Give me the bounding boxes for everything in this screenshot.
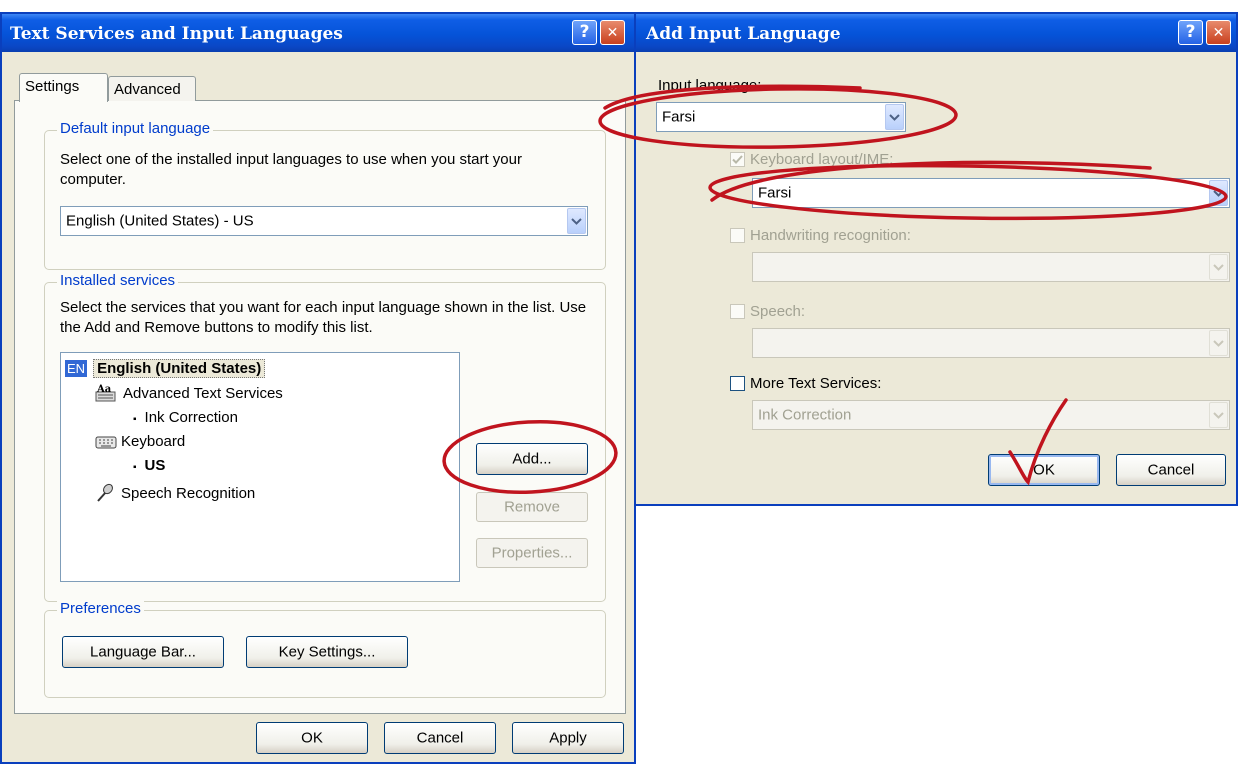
title-bar[interactable]: Text Services and Input Languages ? ✕ [2, 14, 634, 52]
cancel-button[interactable]: Cancel [384, 722, 496, 754]
checkmark-icon [732, 155, 743, 164]
tree-item-keyboard[interactable]: Keyboard [95, 433, 185, 450]
close-button[interactable]: ✕ [600, 20, 625, 45]
help-button[interactable]: ? [1178, 20, 1203, 45]
language-bar-button[interactable]: Language Bar... [62, 636, 224, 668]
default-language-description: Select one of the installed input langua… [60, 151, 522, 188]
input-language-label: Input language: [658, 77, 762, 94]
tree-language-label: English (United States) [93, 359, 266, 378]
microphone-icon [97, 483, 113, 502]
remove-button[interactable]: Remove [476, 492, 588, 522]
keyboard-icon [95, 436, 117, 448]
handwriting-label: Handwriting recognition: [750, 227, 911, 244]
tab-settings[interactable]: Settings [19, 73, 108, 102]
properties-button[interactable]: Properties... [476, 538, 588, 568]
handwriting-checkbox[interactable] [730, 228, 745, 243]
chevron-down-icon[interactable] [1209, 330, 1228, 356]
tab-advanced[interactable]: Advanced [108, 76, 196, 101]
tree-item-speech-recognition[interactable]: Speech Recognition [95, 483, 255, 503]
keyboard-layout-checkbox[interactable] [730, 152, 745, 167]
close-icon: ✕ [1212, 25, 1225, 41]
default-language-select[interactable]: English (United States) - US [60, 206, 588, 236]
tree-item-ink-correction[interactable]: ▪ Ink Correction [133, 409, 238, 426]
chevron-down-icon[interactable] [1209, 254, 1228, 280]
speech-select[interactable] [752, 328, 1230, 358]
add-language-cancel-button[interactable]: Cancel [1116, 454, 1226, 486]
handwriting-select[interactable] [752, 252, 1230, 282]
dialog-title: Text Services and Input Languages [10, 24, 343, 44]
ok-button[interactable]: OK [256, 722, 368, 754]
more-text-services-checkbox[interactable] [730, 376, 745, 391]
close-button[interactable]: ✕ [1206, 20, 1231, 45]
text-services-icon: Aa [95, 384, 116, 402]
speech-checkbox[interactable] [730, 304, 745, 319]
chevron-down-icon[interactable] [1209, 402, 1228, 428]
installed-services-tree[interactable]: EN English (United States) Aa Advanced T… [60, 352, 460, 582]
input-language-select[interactable]: Farsi [656, 102, 906, 132]
language-badge: EN [65, 360, 88, 377]
key-settings-button[interactable]: Key Settings... [246, 636, 408, 668]
more-text-services-select[interactable]: Ink Correction [752, 400, 1230, 430]
add-language-ok-button[interactable]: OK [988, 454, 1100, 486]
preferences-legend: Preferences [57, 600, 144, 617]
add-input-language-dialog: Add Input Language ? ✕ Input language: F… [634, 12, 1238, 506]
help-button[interactable]: ? [572, 20, 597, 45]
keyboard-layout-label: Keyboard layout/IME: [750, 151, 894, 168]
keyboard-layout-select[interactable]: Farsi [752, 178, 1230, 208]
chevron-down-icon[interactable] [1209, 180, 1228, 206]
speech-label: Speech: [750, 303, 806, 320]
text-services-dialog: Text Services and Input Languages ? ✕ Se… [0, 12, 636, 764]
tree-item-keyboard-us[interactable]: ▪ US [133, 457, 165, 474]
add-language-button[interactable]: Add... [476, 443, 588, 475]
installed-services-description: Select the services that you want for ea… [60, 299, 587, 336]
chevron-down-icon[interactable] [885, 104, 904, 130]
svg-text:Aa: Aa [96, 384, 112, 395]
title-bar[interactable]: Add Input Language ? ✕ [636, 14, 1236, 52]
tree-item-english[interactable]: EN English (United States) [65, 359, 266, 378]
tree-item-advanced-text-services[interactable]: Aa Advanced Text Services [95, 383, 283, 403]
more-text-services-label: More Text Services: [750, 375, 882, 392]
apply-button[interactable]: Apply [512, 722, 624, 754]
default-language-legend: Default input language [57, 120, 214, 137]
dialog-title: Add Input Language [646, 24, 841, 44]
close-icon: ✕ [606, 25, 619, 41]
installed-services-legend: Installed services [57, 272, 179, 289]
chevron-down-icon[interactable] [567, 208, 586, 234]
